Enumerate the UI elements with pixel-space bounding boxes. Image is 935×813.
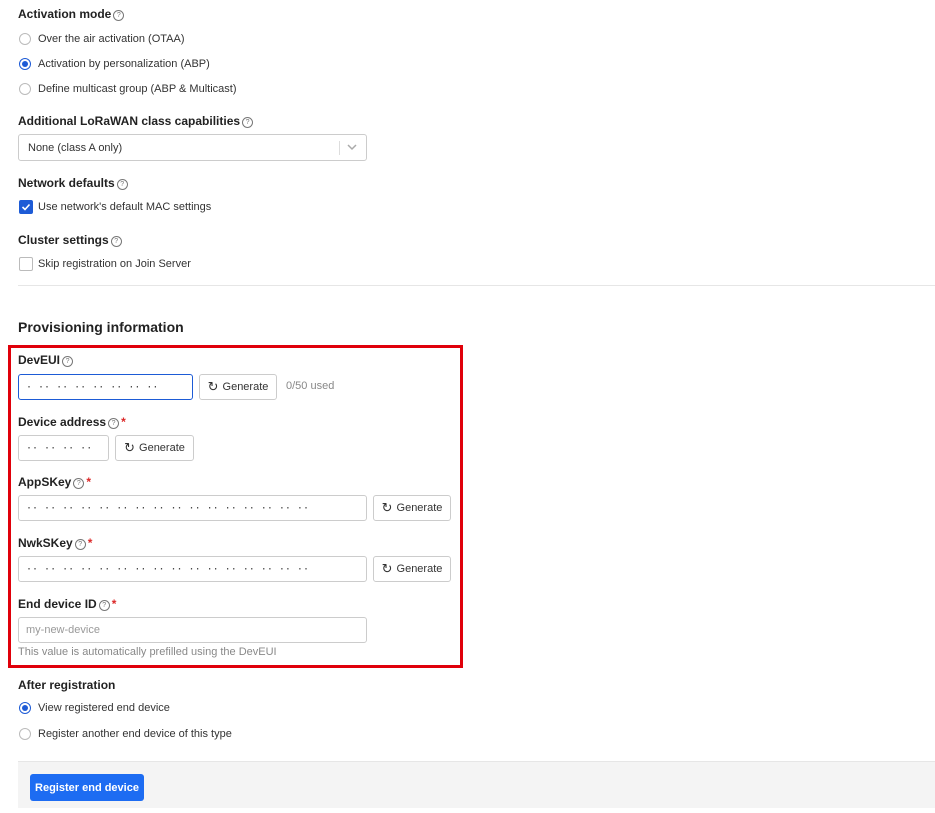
deveui-label: DevEUI?	[18, 353, 74, 367]
radio-view-registered[interactable]	[19, 702, 31, 714]
generate-label: Generate	[222, 381, 269, 393]
device-address-input[interactable]: ·· ·· ·· ··	[18, 435, 109, 461]
radio-multicast-label: Define multicast group (ABP & Multicast)	[38, 83, 237, 95]
network-defaults-checkbox-label: Use network's default MAC settings	[38, 201, 212, 213]
network-defaults-label: Network defaults?	[18, 176, 128, 190]
skip-join-server-label: Skip registration on Join Server	[38, 258, 191, 270]
appskey-generate-button[interactable]: ↻ Generate	[373, 495, 451, 521]
deveui-generate-button[interactable]: ↻ Generate	[199, 374, 277, 400]
generate-label: Generate	[396, 502, 443, 514]
required-marker: *	[86, 475, 92, 489]
class-capabilities-select[interactable]: None (class A only)	[18, 134, 367, 161]
help-icon[interactable]: ?	[98, 600, 110, 611]
class-capabilities-value: None (class A only)	[28, 141, 123, 154]
required-marker: *	[87, 536, 93, 550]
refresh-icon: ↻	[124, 440, 136, 455]
activation-mode-label: Activation mode?	[18, 7, 125, 21]
help-icon[interactable]: ?	[242, 117, 254, 128]
help-icon[interactable]: ?	[113, 10, 125, 21]
checkmark-icon	[21, 203, 31, 211]
help-icon[interactable]: ?	[116, 179, 128, 190]
required-marker: *	[121, 415, 126, 429]
radio-otaa[interactable]	[19, 33, 31, 45]
skip-join-server-checkbox[interactable]	[19, 257, 33, 271]
device-address-generate-button[interactable]: ↻ Generate	[115, 435, 194, 461]
end-device-id-hint: This value is automatically prefilled us…	[18, 646, 277, 658]
radio-otaa-label: Over the air activation (OTAA)	[38, 33, 185, 45]
nwkskey-generate-button[interactable]: ↻ Generate	[373, 556, 451, 582]
class-capabilities-label: Additional LoRaWAN class capabilities?	[18, 114, 254, 128]
required-marker: *	[111, 597, 117, 611]
appskey-label: AppSKey? *	[18, 475, 92, 489]
radio-multicast[interactable]	[19, 83, 31, 95]
nwkskey-label: NwkSKey? *	[18, 536, 93, 550]
generate-label: Generate	[139, 442, 185, 454]
radio-view-registered-label: View registered end device	[38, 702, 170, 714]
help-icon[interactable]: ?	[108, 418, 120, 429]
help-icon[interactable]: ?	[110, 236, 122, 247]
radio-abp[interactable]	[19, 58, 31, 70]
radio-abp-label: Activation by personalization (ABP)	[38, 58, 210, 70]
end-device-id-label: End device ID? *	[18, 597, 117, 611]
footer-divider	[18, 761, 935, 762]
form-footer	[18, 761, 935, 808]
help-icon[interactable]: ?	[74, 539, 86, 550]
chevron-down-icon[interactable]	[346, 140, 358, 157]
generate-label: Generate	[396, 563, 443, 575]
refresh-icon: ↻	[381, 561, 393, 576]
section-divider	[18, 285, 935, 286]
radio-register-another[interactable]	[19, 728, 31, 740]
deveui-usage: 0/50 used	[286, 380, 335, 392]
refresh-icon: ↻	[207, 379, 219, 394]
end-device-id-placeholder: my-new-device	[26, 624, 100, 636]
refresh-icon: ↻	[381, 500, 393, 515]
after-registration-label: After registration	[18, 678, 116, 692]
help-icon[interactable]: ?	[62, 356, 74, 367]
help-icon[interactable]: ?	[73, 478, 85, 489]
radio-register-another-label: Register another end device of this type	[38, 728, 232, 740]
nwkskey-input[interactable]: ·· ·· ·· ·· ·· ·· ·· ·· ·· ·· ·· ·· ·· ·…	[18, 556, 367, 582]
appskey-input[interactable]: ·· ·· ·· ·· ·· ·· ·· ·· ·· ·· ·· ·· ·· ·…	[18, 495, 367, 521]
provisioning-title: Provisioning information	[18, 319, 184, 335]
register-end-device-button[interactable]: Register end device	[30, 774, 144, 801]
network-defaults-checkbox[interactable]	[19, 200, 33, 214]
end-device-id-input[interactable]: my-new-device	[18, 617, 367, 643]
device-address-label: Device address? *	[18, 415, 126, 429]
cluster-settings-label: Cluster settings?	[18, 233, 122, 247]
deveui-input[interactable]: · ·· ·· ·· ·· ·· ·· ··	[18, 374, 193, 400]
